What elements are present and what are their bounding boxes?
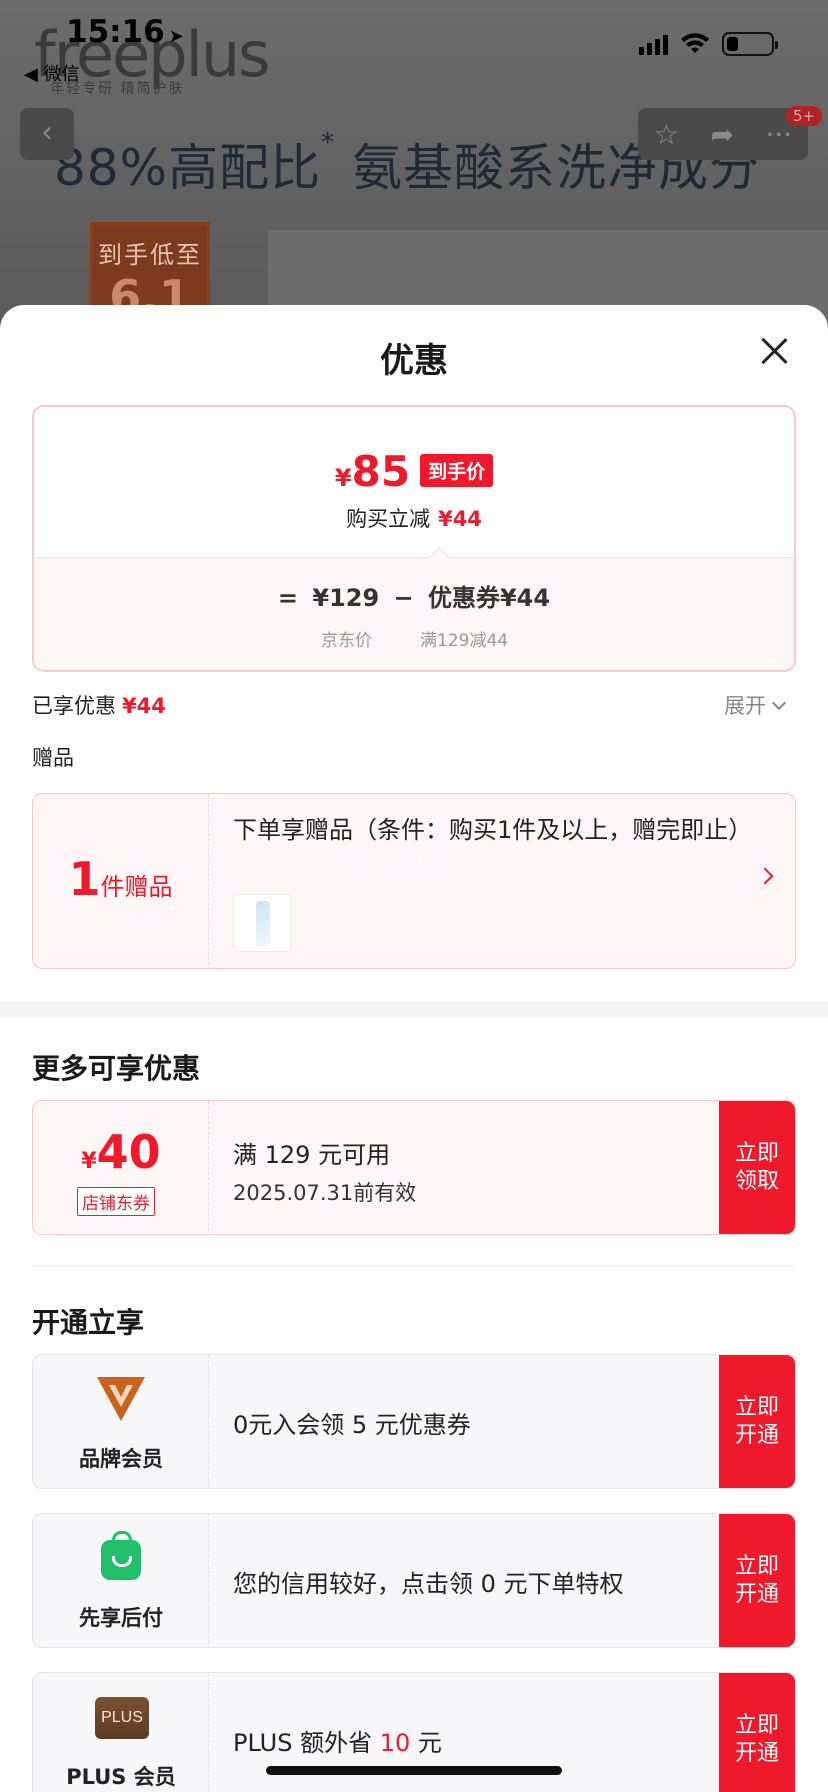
brand-v-logo-icon bbox=[97, 1377, 145, 1421]
watermark: Gemine bbox=[345, 848, 439, 876]
status-indicators bbox=[639, 32, 778, 56]
gift-description: 下单享赠品（条件：购买1件及以上，赠完即止） bbox=[233, 816, 753, 844]
chevron-down-icon bbox=[771, 695, 787, 711]
final-price: ¥85 到手价 bbox=[34, 447, 794, 496]
open-plus-member-button[interactable]: 立即开通 bbox=[719, 1673, 795, 1792]
more-discounts-title: 更多可享优惠 bbox=[32, 1052, 201, 1085]
brand-member-card: 品牌会员 0元入会领 5 元优惠券 立即开通 bbox=[32, 1354, 796, 1489]
share-icon[interactable]: ➦ bbox=[710, 118, 733, 151]
coupon-type-badge: 店铺东券 bbox=[77, 1187, 155, 1216]
close-icon[interactable] bbox=[760, 337, 788, 365]
price-formula-area: = ¥129 − 优惠券¥44 京东价 满129减44 bbox=[34, 557, 794, 670]
enjoyed-discount: 已享优惠 ¥44 bbox=[32, 694, 166, 718]
favorite-star-icon[interactable]: ☆ bbox=[654, 118, 679, 151]
gift-count: 1件赠品 bbox=[33, 794, 209, 968]
divider bbox=[32, 1266, 796, 1267]
open-brand-member-button[interactable]: 立即开通 bbox=[719, 1355, 795, 1488]
shop-coupon-card: ¥40 店铺东券 满 129 元可用 2025.07.31前有效 立即领取 bbox=[32, 1100, 796, 1235]
jd-price-label: 京东价 bbox=[321, 631, 372, 651]
coupon-condition: 满 129 元可用 bbox=[233, 1141, 391, 1169]
coupon-rule-label: 满129减44 bbox=[420, 631, 509, 651]
pay-later-card: 先享后付 您的信用较好，点击领 0 元下单特权 立即开通 bbox=[32, 1513, 796, 1648]
back-button[interactable]: ‹ bbox=[20, 108, 74, 160]
price-breakdown-card: ¥85 到手价 购买立减 ¥44 = ¥129 − 优惠券¥44 京东价 满129减… bbox=[32, 405, 796, 672]
wifi-icon bbox=[681, 33, 709, 53]
plus-logo-icon: PLUS bbox=[95, 1697, 149, 1739]
battery-icon bbox=[722, 32, 778, 56]
instant-reduction: 购买立减 ¥44 bbox=[346, 507, 482, 531]
wechat-back-link[interactable]: ◀ 微信 bbox=[24, 60, 80, 86]
pay-later-offer: 您的信用较好，点击领 0 元下单特权 bbox=[233, 1570, 624, 1598]
gift-card[interactable]: 1件赠品 下单享赠品（条件：购买1件及以上，赠完即止） Gemine bbox=[32, 793, 796, 969]
sheet-title: 优惠 bbox=[380, 341, 448, 381]
signal-icon bbox=[639, 33, 668, 55]
coupon-validity: 2025.07.31前有效 bbox=[233, 1181, 417, 1205]
discount-sheet: 优惠 ¥85 到手价 购买立减 ¥44 = ¥129 − 优惠券¥44 京东价 满1… bbox=[0, 305, 828, 1792]
section-divider bbox=[0, 1001, 828, 1017]
expand-toggle[interactable]: 展开 bbox=[724, 690, 787, 720]
shopping-bag-icon bbox=[101, 1531, 141, 1580]
claim-coupon-button[interactable]: 立即领取 bbox=[719, 1101, 795, 1234]
home-indicator bbox=[266, 1766, 562, 1775]
plus-member-name: PLUS 会员 bbox=[66, 1765, 176, 1789]
open-membership-title: 开通立享 bbox=[32, 1306, 145, 1339]
gift-thumbnail bbox=[233, 894, 291, 952]
final-price-tag: 到手价 bbox=[420, 454, 494, 487]
chevron-right-icon bbox=[756, 867, 774, 885]
gift-section-label: 赠品 bbox=[32, 746, 74, 770]
nav-actions: ☆ ➦ ··· bbox=[638, 108, 808, 160]
pay-later-name: 先享后付 bbox=[79, 1606, 163, 1630]
status-time: 15:16 ➤ bbox=[66, 14, 184, 50]
brand-member-offer: 0元入会领 5 元优惠券 bbox=[233, 1411, 471, 1439]
coupon-value-block: ¥40 店铺东券 bbox=[33, 1101, 209, 1234]
price-formula: = ¥129 − 优惠券¥44 bbox=[277, 584, 551, 612]
open-pay-later-button[interactable]: 立即开通 bbox=[719, 1514, 795, 1647]
brand-member-name: 品牌会员 bbox=[79, 1447, 163, 1471]
plus-member-offer: PLUS 额外省 10 元 bbox=[233, 1729, 442, 1757]
cart-badge: 5+ bbox=[786, 106, 823, 126]
location-arrow-icon: ➤ bbox=[168, 26, 184, 47]
